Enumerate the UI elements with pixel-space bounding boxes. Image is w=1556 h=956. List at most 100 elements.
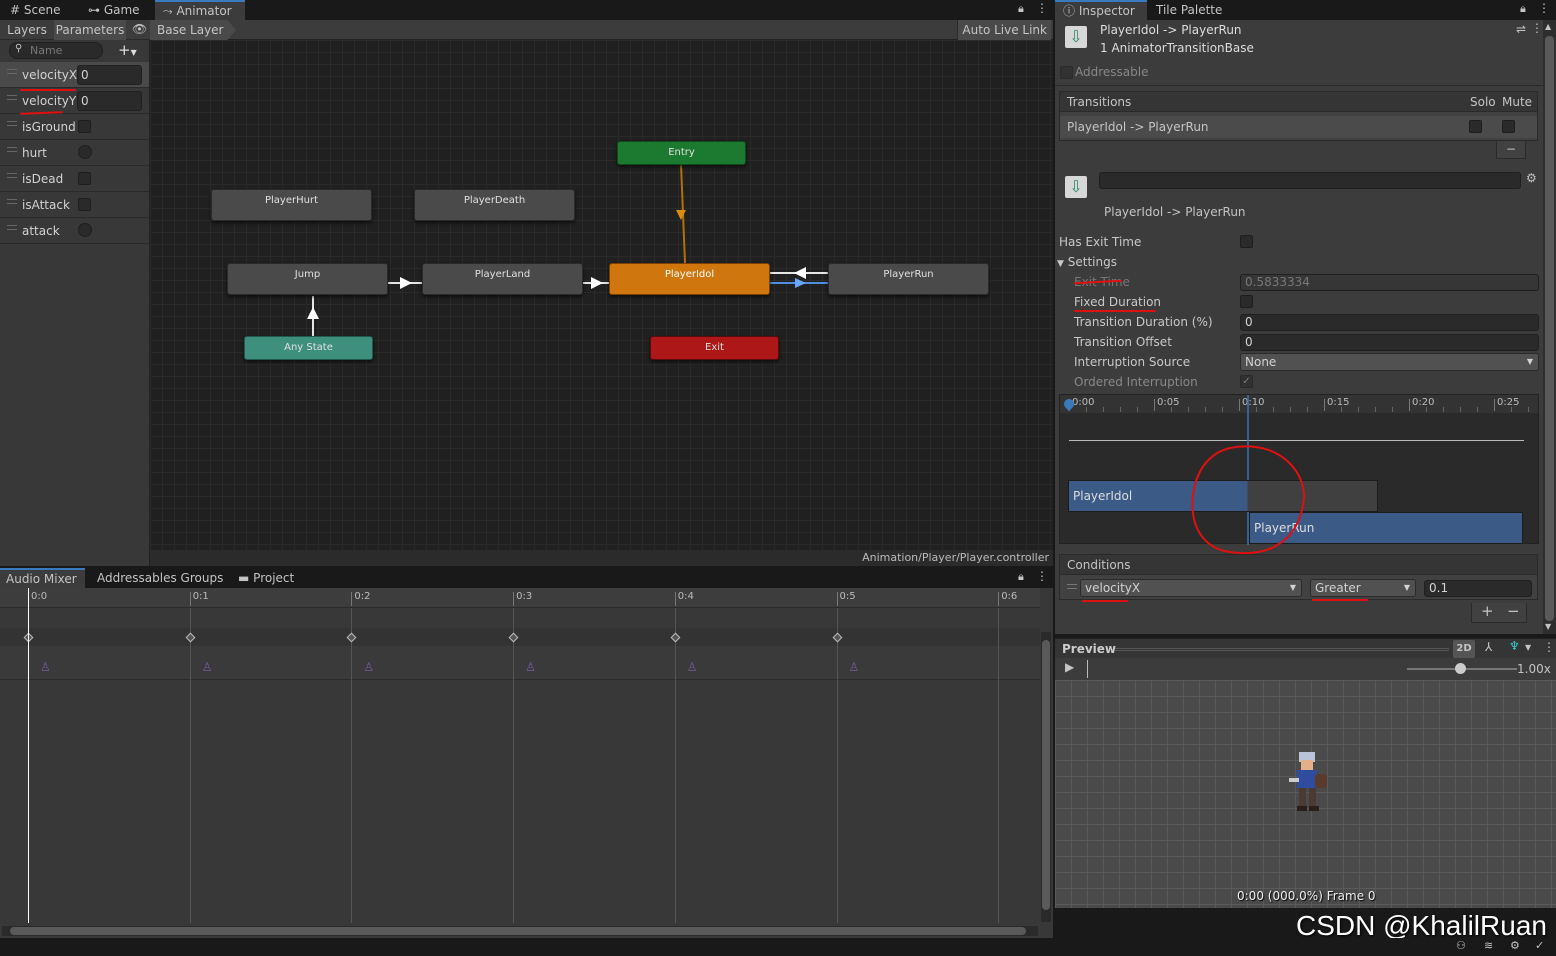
parameter-checkbox[interactable]	[78, 120, 91, 133]
sprite-keyframe-icon[interactable]: ♙	[687, 660, 698, 674]
timeline-ruler[interactable]: 0:0 0:1 0:2 0:3 0:4 0:5 0:6	[0, 588, 1040, 608]
sprite-keyframe-icon[interactable]: ♙	[40, 660, 51, 674]
keyframe-diamond[interactable]	[670, 632, 681, 643]
eye-icon[interactable]: 👁︎	[132, 22, 147, 36]
parameter-checkbox[interactable]	[78, 172, 91, 185]
parameter-row-isdead[interactable]: isDead	[0, 166, 149, 192]
preview-scrubber[interactable]	[1087, 660, 1088, 678]
has-exit-time-checkbox[interactable]	[1240, 235, 1253, 248]
tab-animator[interactable]: ⤳ Animator	[155, 0, 245, 20]
transition-duration-field[interactable]: 0	[1240, 314, 1539, 331]
tab-layers[interactable]: Layers	[2, 20, 52, 40]
transition-name-field[interactable]	[1099, 172, 1521, 189]
parameter-row-hurt[interactable]: hurt	[0, 140, 149, 166]
addressable-checkbox[interactable]	[1060, 66, 1073, 79]
parameter-row-velocityx[interactable]: velocityX 0	[0, 62, 149, 88]
solo-checkbox[interactable]	[1469, 120, 1482, 133]
drag-handle-icon[interactable]	[7, 225, 17, 230]
parameter-name[interactable]: hurt	[22, 146, 47, 160]
state-player-death[interactable]: PlayerDeath	[414, 189, 575, 221]
state-jump[interactable]: Jump	[227, 263, 388, 295]
lock-icon[interactable]: 🔒︎	[1018, 2, 1024, 16]
parameter-name[interactable]: attack	[22, 224, 60, 238]
speed-slider-thumb[interactable]	[1455, 663, 1466, 674]
debug-icon[interactable]: ⚇	[1456, 939, 1466, 952]
tab-audio-mixer[interactable]: Audio Mixer	[0, 568, 85, 588]
add-condition-button[interactable]: +	[1481, 602, 1494, 620]
keyframe-diamond[interactable]	[832, 632, 842, 643]
parameter-name[interactable]: velocityX	[22, 68, 77, 82]
2d-toggle-button[interactable]: 2D	[1453, 640, 1475, 658]
timeline-vscroll[interactable]	[1041, 632, 1051, 922]
more-menu-icon[interactable]: ⋮	[1543, 640, 1555, 654]
transition-offset-field[interactable]: 0	[1240, 334, 1539, 351]
sprite-keyframe-icon[interactable]: ♙	[363, 660, 374, 674]
timeline-hscroll-thumb[interactable]	[10, 927, 1026, 935]
condition-operator-dropdown[interactable]: Greater ▼	[1310, 579, 1416, 597]
settings-foldout[interactable]: ▼ Settings	[1057, 255, 1117, 269]
preview-drag-grip[interactable]	[1115, 648, 1449, 651]
keyframe-diamond[interactable]	[508, 632, 519, 643]
more-menu-icon[interactable]: ⋮	[1036, 569, 1048, 583]
fixed-duration-checkbox[interactable]	[1240, 295, 1253, 308]
animator-graph[interactable]: Entry PlayerHurt PlayerDeath Jump Player…	[150, 40, 1053, 550]
inspector-scrollbar-thumb[interactable]	[1545, 36, 1554, 621]
parameter-row-isground[interactable]: isGround	[0, 114, 149, 140]
state-player-idol[interactable]: PlayerIdol	[609, 263, 770, 295]
timeline-hscroll[interactable]	[2, 926, 1038, 936]
parameter-value-field[interactable]: 0	[77, 65, 142, 85]
parameter-name[interactable]: isAttack	[22, 198, 70, 212]
sprite-keyframe-icon[interactable]: ♙	[525, 660, 536, 674]
transition-timeline-ruler[interactable]: 0:00 0:05 0:10 0:15 0:20 0:25	[1060, 395, 1546, 413]
keyframe-diamond[interactable]	[185, 632, 196, 643]
interruption-source-dropdown[interactable]: None ▼	[1240, 353, 1539, 371]
condition-value-field[interactable]: 0.1	[1424, 580, 1532, 597]
lock-icon[interactable]: 🔒︎	[1520, 2, 1526, 16]
chevron-down-icon[interactable]: ▼	[1525, 643, 1531, 652]
mute-checkbox[interactable]	[1502, 120, 1515, 133]
sprite-keyframe-icon[interactable]: ♙	[849, 660, 860, 674]
state-player-run[interactable]: PlayerRun	[828, 263, 989, 295]
tab-game[interactable]: ⊶ Game	[80, 0, 148, 20]
check-circle-icon[interactable]: ✓	[1535, 939, 1544, 952]
condition-row[interactable]: velocityX ▼ Greater ▼ 0.1	[1060, 577, 1537, 599]
add-parameter-button[interactable]: +▼	[118, 41, 137, 59]
bug-icon[interactable]: ⚙	[1510, 939, 1520, 952]
auto-live-link-button[interactable]: Auto Live Link	[957, 20, 1051, 40]
parameter-row-velocityy[interactable]: velocityY 0	[0, 88, 149, 114]
remove-condition-button[interactable]: −	[1507, 602, 1520, 620]
scroll-down-icon[interactable]: ▼	[1545, 622, 1551, 631]
parameter-value-field[interactable]: 0	[77, 91, 142, 111]
tab-parameters[interactable]: Parameters	[54, 20, 126, 40]
state-entry[interactable]: Entry	[617, 141, 746, 165]
parameter-checkbox[interactable]	[78, 198, 91, 211]
tab-scene[interactable]: # Scene	[2, 0, 68, 20]
ordered-interruption-checkbox[interactable]: ✓	[1240, 375, 1253, 388]
parameter-trigger-radio[interactable]	[78, 223, 92, 237]
remove-transition-button[interactable]: −	[1496, 141, 1526, 159]
more-menu-icon[interactable]: ⋮	[1036, 1, 1048, 15]
avatar-icon[interactable]: ♆	[1509, 639, 1520, 653]
sprite-keyframe-icon[interactable]: ♙	[202, 660, 213, 674]
parameter-search[interactable]: ⚲ Name	[9, 42, 103, 59]
breadcrumb[interactable]: Base Layer	[150, 20, 236, 40]
parameter-name[interactable]: isGround	[22, 120, 76, 134]
parameter-row-isattack[interactable]: isAttack	[0, 192, 149, 218]
more-menu-icon[interactable]: ⋮	[1538, 1, 1550, 15]
scroll-up-icon[interactable]: ▲	[1545, 22, 1551, 31]
settings-sliders-icon[interactable]: ⇌	[1516, 22, 1526, 36]
playhead[interactable]	[28, 588, 29, 923]
lock-icon[interactable]: 🔒︎	[1018, 570, 1024, 584]
timeline-vscroll-thumb[interactable]	[1042, 640, 1050, 910]
drag-handle-icon[interactable]	[7, 69, 17, 74]
drag-handle-icon[interactable]	[7, 173, 17, 178]
tab-tile-palette[interactable]: Tile Palette	[1148, 0, 1230, 20]
tab-inspector[interactable]: ⓘ Inspector	[1055, 0, 1147, 20]
tab-addressables-groups[interactable]: Addressables Groups	[89, 568, 231, 588]
database-icon[interactable]: ≋	[1484, 939, 1493, 952]
drag-handle-icon[interactable]	[7, 199, 17, 204]
parameter-trigger-radio[interactable]	[78, 145, 92, 159]
play-icon[interactable]: ▶	[1065, 660, 1074, 674]
parameter-name[interactable]: isDead	[22, 172, 63, 186]
more-menu-icon[interactable]: ⋮	[1531, 21, 1543, 35]
